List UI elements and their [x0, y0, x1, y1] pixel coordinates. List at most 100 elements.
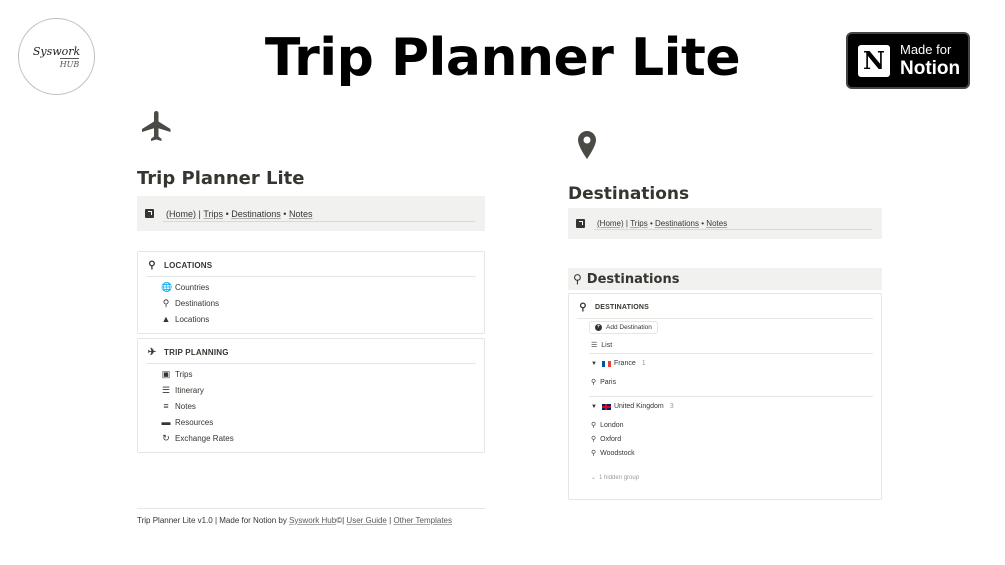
airplane-icon: [142, 111, 171, 141]
badge-small-text: Made for: [900, 42, 952, 57]
group-header-france[interactable]: ▼ France 1: [591, 360, 646, 367]
nav-notes-link[interactable]: Notes: [289, 209, 313, 219]
external-link-icon: [145, 209, 154, 218]
link-label: Destinations: [175, 299, 220, 308]
footer-sep: |: [389, 516, 392, 525]
airplane-icon: ✈: [147, 347, 157, 358]
page-title: Destinations: [568, 184, 690, 204]
locations-heading: LOCATIONS: [164, 261, 213, 270]
nav-dot: •: [283, 208, 287, 219]
hidden-group-label: 1 hidden group: [599, 474, 640, 481]
uk-flag-icon: [601, 403, 611, 410]
link-label: Exchange Rates: [175, 434, 234, 443]
footer-sep: |: [342, 516, 345, 525]
nav-dot: •: [701, 219, 705, 228]
pin-icon: ⚲: [591, 436, 597, 443]
toggle-triangle-icon: ▼: [591, 403, 597, 410]
made-for-notion-badge: N Made for Notion: [846, 32, 970, 89]
link-countries[interactable]: 🌐 Countries: [161, 282, 209, 293]
folder-icon: ▬: [161, 417, 171, 427]
pin-icon: ⚲: [591, 422, 597, 429]
database-title: Destinations: [586, 271, 680, 287]
notion-logo-icon: N: [856, 42, 892, 79]
chevron-down-icon: ⌄: [591, 475, 597, 481]
pin-icon: ⚲: [579, 302, 587, 313]
notes-icon: ≡: [163, 401, 169, 411]
trip-planning-callout: ✈ TRIP PLANNING ▣ Trips ☰ Itinerary ≡ No…: [137, 338, 485, 453]
nav-destinations-link[interactable]: Destinations: [231, 209, 281, 219]
nav-separator: |: [198, 208, 201, 219]
pin-icon: ⚲: [591, 379, 597, 386]
group-count: 3: [669, 403, 674, 410]
hidden-group-toggle[interactable]: ⌄ 1 hidden group: [591, 474, 640, 482]
list-icon: ☰: [591, 342, 598, 349]
pin-icon: ⚲: [591, 450, 597, 457]
breadcrumb-nav: (Home) | Trips • Destinations • Notes: [568, 208, 882, 239]
group-count: 1: [641, 360, 646, 367]
nav-trips-link[interactable]: Trips: [203, 209, 223, 219]
badge-big-text: Notion: [900, 58, 961, 79]
link-exchange-rates[interactable]: ↻ Exchange Rates: [161, 433, 234, 444]
list-item[interactable]: ⚲ London: [591, 421, 624, 430]
nav-notes-link[interactable]: Notes: [706, 219, 727, 228]
item-label: Woodstock: [600, 449, 635, 457]
add-destination-label: Add Destination: [606, 324, 652, 331]
item-label: Paris: [600, 378, 617, 386]
footer-author-link[interactable]: Syswork Hub: [289, 516, 336, 525]
list-item[interactable]: ⚲ Paris: [591, 378, 617, 387]
globe-icon: 🌐: [161, 282, 173, 292]
link-label: Locations: [175, 314, 210, 324]
nav-destinations-link[interactable]: Destinations: [655, 219, 699, 228]
footer: Trip Planner Lite v1.0 | Made for Notion…: [137, 508, 485, 525]
luggage-icon: ▣: [161, 369, 171, 379]
nav-separator: |: [625, 219, 628, 228]
plus-icon: +: [595, 324, 602, 331]
item-label: Oxford: [600, 435, 622, 443]
link-label: Resources: [175, 417, 214, 427]
item-label: London: [600, 421, 624, 429]
group-header-united-kingdom[interactable]: ▼ United Kingdom 3: [591, 403, 674, 410]
france-flag-icon: [601, 360, 611, 367]
view-label: List: [601, 341, 613, 349]
group-name: France: [613, 360, 636, 367]
nav-home-link[interactable]: (Home): [166, 209, 196, 219]
map-pin-icon: [578, 131, 596, 159]
footer-prefix: Trip Planner Lite v1.0 | Made for Notion…: [137, 516, 290, 525]
toggle-triangle-icon: ▼: [591, 360, 597, 367]
nav-dot: •: [225, 208, 229, 219]
refresh-icon: ↻: [162, 433, 170, 443]
external-link-icon: [576, 219, 585, 228]
link-itinerary[interactable]: ☰ Itinerary: [161, 385, 204, 396]
footer-other-templates-link[interactable]: Other Templates: [393, 516, 452, 525]
list-item[interactable]: ⚲ Woodstock: [591, 449, 635, 458]
link-label: Itinerary: [175, 386, 204, 395]
trip-planning-heading: TRIP PLANNING: [164, 348, 229, 357]
list-item[interactable]: ⚲ Oxford: [591, 435, 622, 444]
nav-dot: •: [649, 219, 653, 228]
breadcrumb-nav: (Home) | Trips • Destinations • Notes: [137, 196, 485, 231]
link-trips[interactable]: ▣ Trips: [161, 369, 193, 380]
pin-icon: ⚲: [162, 298, 170, 308]
route-icon: ⚲: [573, 272, 582, 286]
nav-home-link[interactable]: (Home): [597, 219, 624, 228]
group-name: United Kingdom: [613, 403, 664, 410]
pin-icon: ⚲: [148, 260, 156, 271]
destinations-heading: DESTINATIONS: [595, 304, 649, 311]
nav-trips-link[interactable]: Trips: [630, 219, 647, 228]
footer-user-guide-link[interactable]: User Guide: [346, 516, 386, 525]
link-locations[interactable]: ▲ Locations: [161, 314, 210, 324]
compass-icon: ▲: [161, 314, 171, 324]
page-title: Trip Planner Lite: [137, 168, 305, 189]
link-label: Notes: [175, 401, 196, 411]
link-label: Trips: [175, 370, 193, 379]
destinations-callout: ⚲ DESTINATIONS + Add Destination ☰ List …: [568, 293, 882, 500]
database-title-bar[interactable]: ⚲ Destinations: [568, 268, 882, 290]
view-tab-list[interactable]: ☰ List: [591, 341, 613, 350]
link-notes[interactable]: ≡ Notes: [161, 401, 196, 411]
list-icon: ☰: [161, 385, 171, 395]
link-destinations[interactable]: ⚲ Destinations: [161, 298, 219, 309]
add-destination-button[interactable]: + Add Destination: [589, 321, 658, 334]
locations-callout: ⚲ LOCATIONS 🌐 Countries ⚲ Destinations ▲…: [137, 251, 485, 334]
link-label: Countries: [175, 283, 210, 292]
link-resources[interactable]: ▬ Resources: [161, 417, 214, 427]
